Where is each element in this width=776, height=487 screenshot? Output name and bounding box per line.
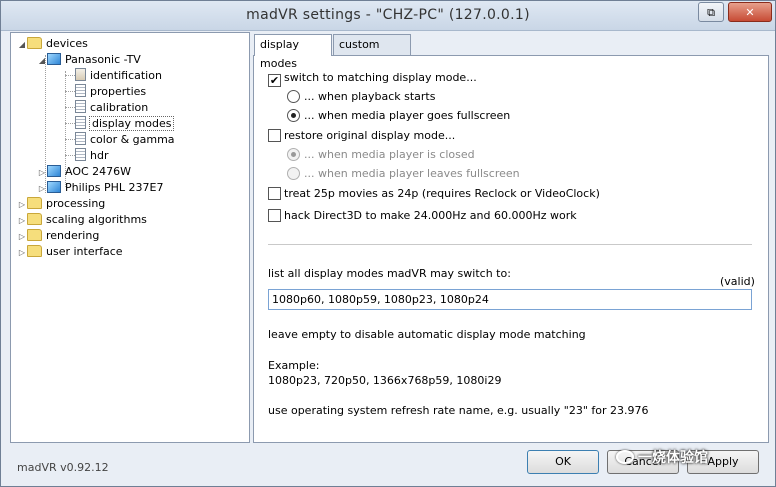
window-title: madVR settings - "CHZ-PC" (127.0.0.1) — [246, 7, 530, 23]
separator — [268, 244, 752, 245]
tab-custom-modes[interactable]: custom modes — [333, 34, 411, 70]
tree-item-processing[interactable]: ▷ processing — [17, 196, 105, 212]
settings-tree: ◢ devices ◢ Panasonic -TV identification p… — [10, 32, 250, 443]
settings-window: madVR settings - "CHZ-PC" (127.0.0.1) ⧉ … — [0, 0, 776, 487]
page-icon — [75, 100, 86, 113]
expand-icon[interactable]: ▷ — [17, 197, 27, 213]
when-closed-radio[interactable]: ... when media player is closed — [287, 148, 475, 162]
radio-icon[interactable] — [287, 167, 300, 180]
watermark: 一烧体验馆 — [616, 447, 708, 469]
checkbox-icon[interactable]: ✔ — [268, 74, 281, 87]
tree-item-devices[interactable]: ◢ devices — [17, 36, 88, 52]
os-name-hint: use operating system refresh rate name, … — [268, 404, 649, 417]
radio-icon[interactable] — [287, 90, 300, 103]
treat-25p-checkbox[interactable]: treat 25p movies as 24p (requires Recloc… — [268, 187, 600, 201]
page-icon — [75, 148, 86, 161]
switch-matching-checkbox[interactable]: ✔ switch to matching display mode... — [268, 71, 477, 87]
example-label: Example: — [268, 359, 320, 372]
modes-hint: leave empty to disable automatic display… — [268, 328, 586, 341]
hack-d3d-checkbox[interactable]: hack Direct3D to make 24.000Hz and 60.00… — [268, 209, 577, 223]
collapse-icon[interactable]: ◢ — [37, 53, 47, 69]
tree-item-display-modes[interactable]: display modes — [75, 116, 175, 132]
tree-item-properties[interactable]: properties — [75, 84, 146, 100]
tree-item-user-interface[interactable]: ▷ user interface — [17, 244, 123, 260]
page-icon — [75, 116, 86, 129]
radio-selected-icon[interactable] — [287, 148, 300, 161]
chat-bubble-icon — [616, 450, 634, 464]
monitor-icon — [47, 165, 61, 177]
expand-icon[interactable]: ▷ — [37, 165, 47, 181]
tree-item-philips[interactable]: ▷ Philips PHL 237E7 — [37, 180, 163, 196]
tree-item-rendering[interactable]: ▷ rendering — [17, 228, 99, 244]
radio-selected-icon[interactable] — [287, 109, 300, 122]
page-icon — [75, 84, 86, 97]
expand-icon[interactable]: ▷ — [17, 245, 27, 261]
tree-item-aoc[interactable]: ▷ AOC 2476W — [37, 164, 131, 180]
monitor-icon — [47, 181, 61, 193]
collapse-icon[interactable]: ◢ — [17, 37, 27, 53]
example-value: 1080p23, 720p50, 1366x768p59, 1080i29 — [268, 374, 502, 387]
ok-button[interactable]: OK — [527, 450, 599, 474]
tree-item-hdr[interactable]: hdr — [75, 148, 108, 164]
checkbox-icon[interactable] — [268, 209, 281, 222]
id-card-icon — [75, 68, 86, 81]
tree-item-panasonic-tv[interactable]: ◢ Panasonic -TV — [37, 52, 141, 68]
folder-icon — [27, 213, 42, 225]
tree-item-calibration[interactable]: calibration — [75, 100, 148, 116]
version-label: madVR v0.92.12 — [17, 461, 109, 474]
when-leaves-fullscreen-radio[interactable]: ... when media player leaves fullscreen — [287, 167, 520, 181]
when-fullscreen-radio[interactable]: ... when media player goes fullscreen — [287, 109, 510, 123]
tab-display-modes[interactable]: display modes — [254, 34, 332, 70]
title-bar: madVR settings - "CHZ-PC" (127.0.0.1) ⧉ … — [1, 1, 775, 31]
checkbox-icon[interactable] — [268, 187, 281, 200]
when-playback-radio[interactable]: ... when playback starts — [287, 90, 435, 104]
display-modes-input[interactable]: 1080p60, 1080p59, 1080p23, 1080p24 — [268, 289, 752, 310]
expand-icon[interactable]: ▷ — [37, 181, 47, 197]
tree-item-color-gamma[interactable]: color & gamma — [75, 132, 175, 148]
expand-icon[interactable]: ▷ — [17, 229, 27, 245]
restore-button[interactable]: ⧉ — [698, 2, 724, 22]
close-button[interactable]: ✕ — [728, 2, 772, 22]
monitor-icon — [47, 53, 61, 65]
folder-icon — [27, 37, 42, 49]
checkbox-icon[interactable] — [268, 129, 281, 142]
modes-valid-status: (valid) — [720, 275, 755, 288]
folder-icon — [27, 245, 42, 257]
expand-icon[interactable]: ▷ — [17, 213, 27, 229]
tree-item-scaling[interactable]: ▷ scaling algorithms — [17, 212, 147, 228]
page-icon — [75, 132, 86, 145]
restore-original-checkbox[interactable]: restore original display mode... — [268, 129, 455, 143]
display-modes-panel: ✔ switch to matching display mode... ... … — [253, 55, 769, 443]
modes-label: list all display modes madVR may switch … — [268, 267, 511, 280]
folder-icon — [27, 229, 42, 241]
folder-icon — [27, 197, 42, 209]
tree-item-identification[interactable]: identification — [75, 68, 162, 84]
